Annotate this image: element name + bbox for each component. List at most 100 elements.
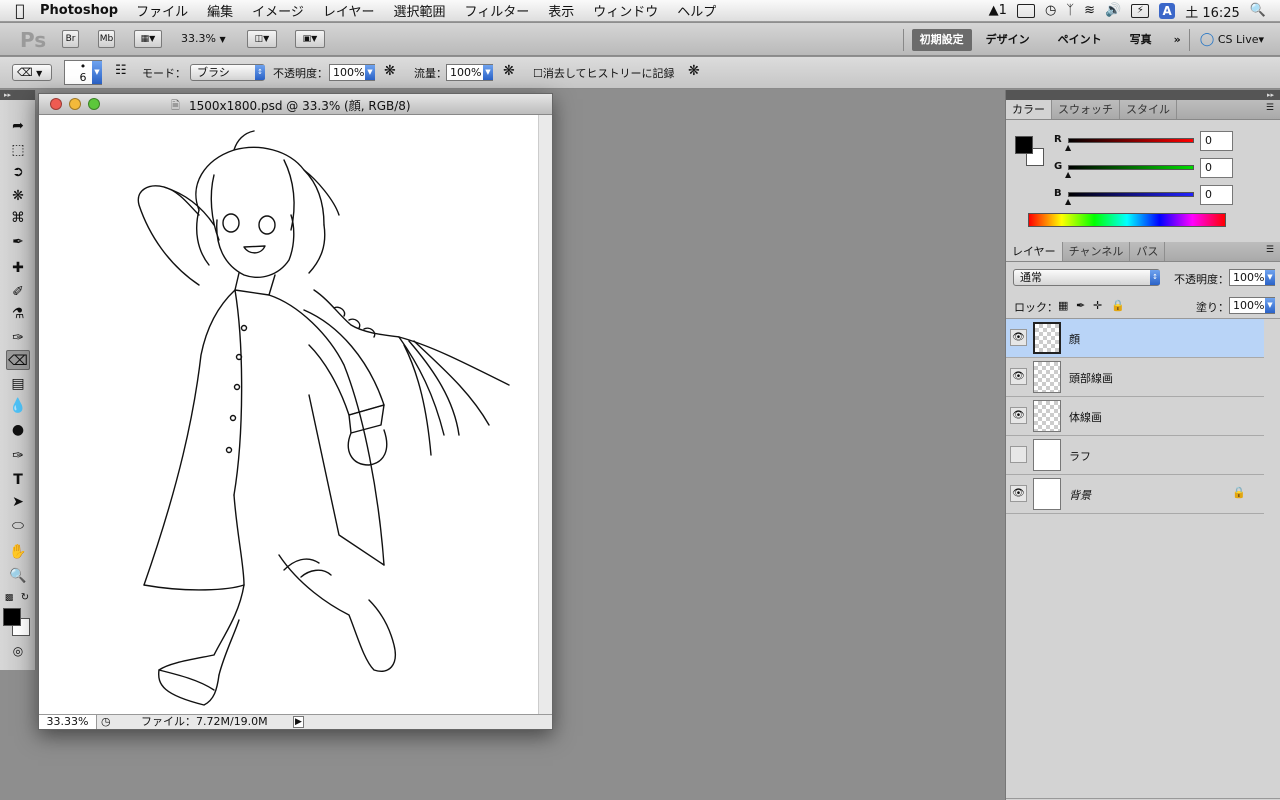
layer-visibility-eye-icon[interactable]: 👁 (1010, 407, 1027, 424)
layer-row-rough[interactable]: 👁 ラフ (1006, 436, 1264, 475)
view-extras-button[interactable]: ▦▼ (134, 30, 162, 48)
tab-swatches[interactable]: スウォッチ (1052, 100, 1120, 119)
document-titlebar[interactable]: 🗎 1500x1800.psd @ 33.3% (顔, RGB/8) (39, 94, 552, 115)
brush-preset-picker[interactable]: • 6 ▼ (64, 60, 102, 85)
tab-paths[interactable]: パス (1130, 242, 1166, 261)
layer-thumbnail[interactable] (1033, 478, 1061, 510)
pressure-opacity-icon[interactable]: ❋ (384, 63, 396, 79)
fill-field[interactable]: 100% ▼ (1229, 297, 1275, 314)
panel-grip[interactable]: ▸▸ (0, 90, 35, 100)
bluetooth-icon[interactable]: ᛉ (1066, 0, 1074, 22)
color-panel-foreground-swatch[interactable] (1015, 136, 1033, 154)
menu-file[interactable]: ファイル (136, 1, 188, 20)
blue-value-field[interactable]: 0 (1200, 185, 1233, 205)
workspace-painting[interactable]: ペイント (1044, 23, 1116, 56)
spotlight-search-icon[interactable]: 🔍 (1250, 0, 1266, 22)
volume-icon[interactable]: 🔊 (1105, 0, 1121, 22)
slider-thumb-icon[interactable]: ▲ (1065, 197, 1071, 206)
layer-visibility-off-icon[interactable]: 👁 (1010, 446, 1027, 463)
minimize-window-button[interactable] (69, 98, 81, 110)
marquee-tool-icon[interactable]: ⬚ (6, 140, 30, 160)
lock-image-icon[interactable]: ✒ (1076, 299, 1085, 312)
green-value-field[interactable]: 0 (1200, 158, 1233, 178)
battery-icon[interactable]: ⚡ (1131, 4, 1150, 18)
erase-to-history-option[interactable]: ☐消去してヒストリーに記録 (533, 65, 675, 81)
pen-tool-icon[interactable]: ✑ (6, 446, 30, 466)
window-icon[interactable] (1016, 4, 1035, 18)
airbrush-icon[interactable]: ❋ (503, 63, 515, 79)
layer-visibility-eye-icon[interactable]: 👁 (1010, 368, 1027, 385)
eyedropper-tool-icon[interactable]: ✒ (6, 232, 30, 252)
time-machine-icon[interactable]: ◷ (1045, 0, 1056, 22)
adobe-updater-icon[interactable]: ▲1 (989, 0, 1007, 22)
menu-layer[interactable]: レイヤー (323, 1, 375, 20)
arrange-documents-button[interactable]: ◫▼ (247, 30, 277, 48)
zoom-tool-icon[interactable]: 🔍 (6, 566, 30, 586)
eraser-tool-icon[interactable]: ⌫ (6, 350, 30, 370)
slider-thumb-icon[interactable]: ▲ (1065, 143, 1071, 152)
dodge-tool-icon[interactable]: ● (6, 420, 30, 440)
wifi-icon[interactable]: ≋ (1084, 0, 1095, 22)
zoom-level-select[interactable]: 33.3% ▼ (181, 32, 226, 45)
lock-all-icon[interactable]: 🔒 (1111, 299, 1125, 312)
screen-mode-button[interactable]: ▣▼ (295, 30, 325, 48)
brush-tool-icon[interactable]: ✐ (6, 282, 30, 302)
menu-help[interactable]: ヘルプ (677, 1, 716, 20)
layer-name[interactable]: 頭部線画 (1069, 370, 1113, 386)
panel-menu-icon[interactable]: ☰ (1266, 245, 1274, 255)
layer-visibility-eye-icon[interactable]: 👁 (1010, 329, 1027, 346)
blur-tool-icon[interactable]: 💧 (6, 396, 30, 416)
layer-visibility-eye-icon[interactable]: 👁 (1010, 485, 1027, 502)
menu-edit[interactable]: 編集 (207, 1, 233, 20)
layer-row-background[interactable]: 👁 背景 🔒 (1006, 475, 1264, 514)
layer-row-face[interactable]: 👁 顔 (1006, 319, 1264, 358)
lock-position-icon[interactable]: ✛ (1093, 299, 1102, 312)
hand-tool-icon[interactable]: ✋ (6, 542, 30, 562)
type-tool-icon[interactable]: T (6, 470, 30, 490)
tab-channels[interactable]: チャンネル (1063, 242, 1131, 261)
document-canvas[interactable] (39, 115, 539, 715)
opacity-field[interactable]: 100% ▼ (329, 64, 375, 81)
layer-row-head-lineart[interactable]: 👁 頭部線画 (1006, 358, 1264, 397)
tool-preset-picker[interactable]: ⌫ ▼ (12, 64, 52, 81)
document-zoom-field[interactable]: 33.33% (39, 715, 97, 729)
menu-filter[interactable]: フィルター (465, 1, 530, 20)
workspace-design[interactable]: デザイン (972, 23, 1044, 56)
lock-transparent-icon[interactable]: ▦ (1058, 299, 1068, 312)
green-slider[interactable] (1068, 165, 1194, 170)
move-tool-icon[interactable]: ➦ (6, 116, 30, 136)
layer-row-body-lineart[interactable]: 👁 体線画 (1006, 397, 1264, 436)
ellipse-tool-icon[interactable]: ⬭ (6, 516, 30, 536)
menu-view[interactable]: 表示 (548, 1, 574, 20)
layer-name[interactable]: 顔 (1069, 331, 1080, 347)
layer-thumbnail[interactable] (1033, 322, 1061, 354)
layer-opacity-field[interactable]: 100% ▼ (1229, 269, 1275, 286)
default-colors-icon[interactable]: ▩ (2, 588, 16, 608)
flow-field[interactable]: 100% ▼ (446, 64, 493, 81)
layer-thumbnail[interactable] (1033, 361, 1061, 393)
brush-panel-toggle-icon[interactable]: ☷ (115, 63, 127, 78)
layer-thumbnail[interactable] (1033, 400, 1061, 432)
mode-select[interactable]: ブラシ ↕ (190, 64, 265, 81)
panel-grip[interactable]: ▸▸ (1006, 90, 1280, 100)
menu-window[interactable]: ウィンドウ (593, 1, 658, 20)
layer-name[interactable]: 背景 (1069, 487, 1091, 503)
red-value-field[interactable]: 0 (1200, 131, 1233, 151)
cs-live-button[interactable]: ◯ CS Live▾ (1190, 23, 1280, 56)
tab-layers[interactable]: レイヤー (1006, 242, 1063, 261)
color-spectrum-bar[interactable] (1028, 213, 1226, 227)
quick-select-tool-icon[interactable]: ❋ (6, 186, 30, 206)
blend-mode-select[interactable]: 通常 ↕ (1013, 269, 1160, 286)
clone-stamp-tool-icon[interactable]: ⚗ (6, 304, 30, 324)
close-window-button[interactable] (50, 98, 62, 110)
quick-mask-icon[interactable]: ◎ (6, 641, 30, 661)
crop-tool-icon[interactable]: ⌘ (6, 208, 30, 228)
slider-thumb-icon[interactable]: ▲ (1065, 170, 1071, 179)
gradient-tool-icon[interactable]: ▤ (6, 374, 30, 394)
zoom-window-button[interactable] (88, 98, 100, 110)
layer-thumbnail[interactable] (1033, 439, 1061, 471)
swap-colors-icon[interactable]: ↻ (18, 588, 32, 608)
menu-image[interactable]: イメージ (252, 1, 304, 20)
vertical-scrollbar[interactable] (538, 115, 552, 715)
blue-slider[interactable] (1068, 192, 1194, 197)
